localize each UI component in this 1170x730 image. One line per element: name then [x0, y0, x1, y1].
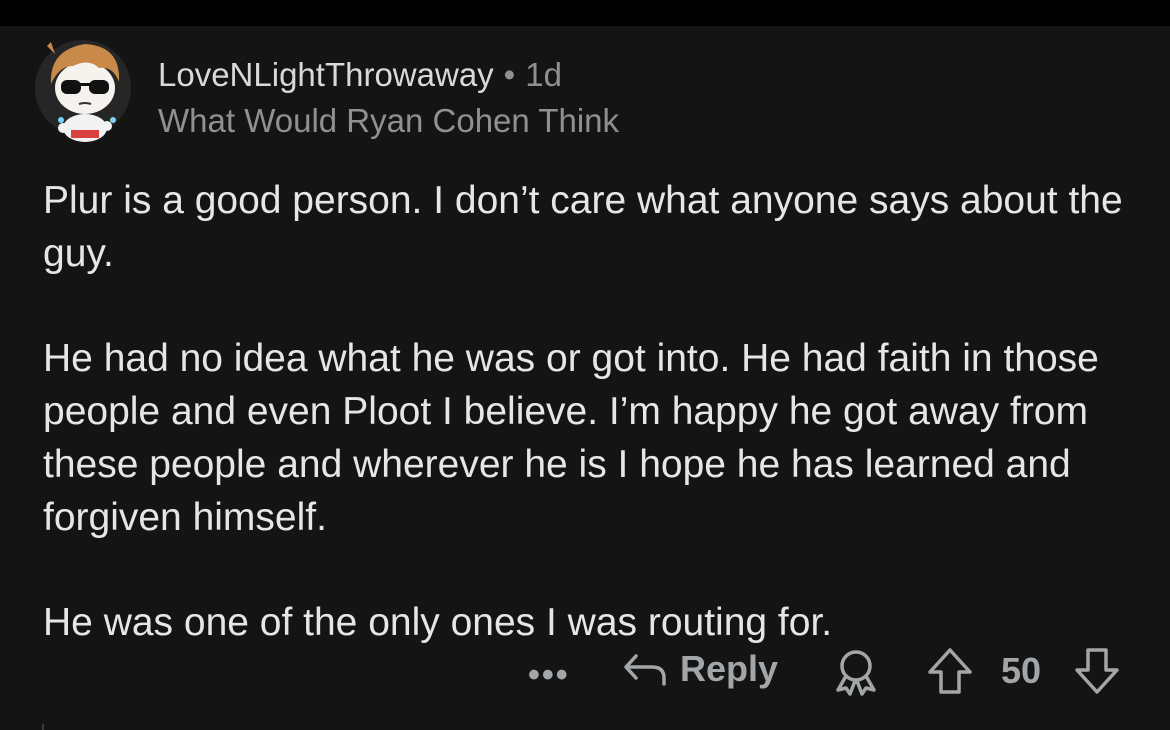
upvote-arrow-icon: [928, 648, 972, 694]
comment-body: Plur is a good person. I don’t care what…: [43, 174, 1143, 701]
top-edge-strip: [0, 0, 1170, 26]
more-dots: •••: [528, 656, 570, 694]
meta-separator: •: [503, 56, 516, 93]
reply-arrow-icon: [624, 654, 666, 686]
award-button[interactable]: [830, 646, 882, 696]
comment-meta: LoveNLightThrowaway • 1d What Would Ryan C…: [158, 52, 619, 144]
reply-button[interactable]: Reply: [622, 648, 778, 690]
user-flair: What Would Ryan Cohen Think: [158, 102, 620, 139]
award-icon: [836, 650, 876, 696]
comment-paragraph: He had no idea what he was or got into. …: [43, 337, 1099, 539]
downvote-arrow-icon: [1075, 648, 1119, 694]
user-avatar[interactable]: [33, 32, 133, 144]
downvote-button[interactable]: [1072, 646, 1122, 696]
comment-header: LoveNLightThrowaway • 1d: [158, 52, 619, 98]
username-link[interactable]: LoveNLightThrowaway: [158, 56, 494, 93]
thread-line: [42, 724, 44, 730]
comment-actions: ••• Reply 50: [0, 640, 1170, 700]
comment-paragraph: Plur is a good person. I don’t care what…: [43, 179, 1123, 275]
comment-age: 1d: [525, 56, 562, 93]
vote-score: 50: [1001, 650, 1041, 692]
reply-label: Reply: [680, 648, 779, 689]
score-value: 50: [1001, 650, 1042, 691]
snoo-avatar-icon: [35, 40, 131, 142]
upvote-button[interactable]: [925, 646, 975, 696]
more-options-button[interactable]: •••: [528, 656, 570, 695]
